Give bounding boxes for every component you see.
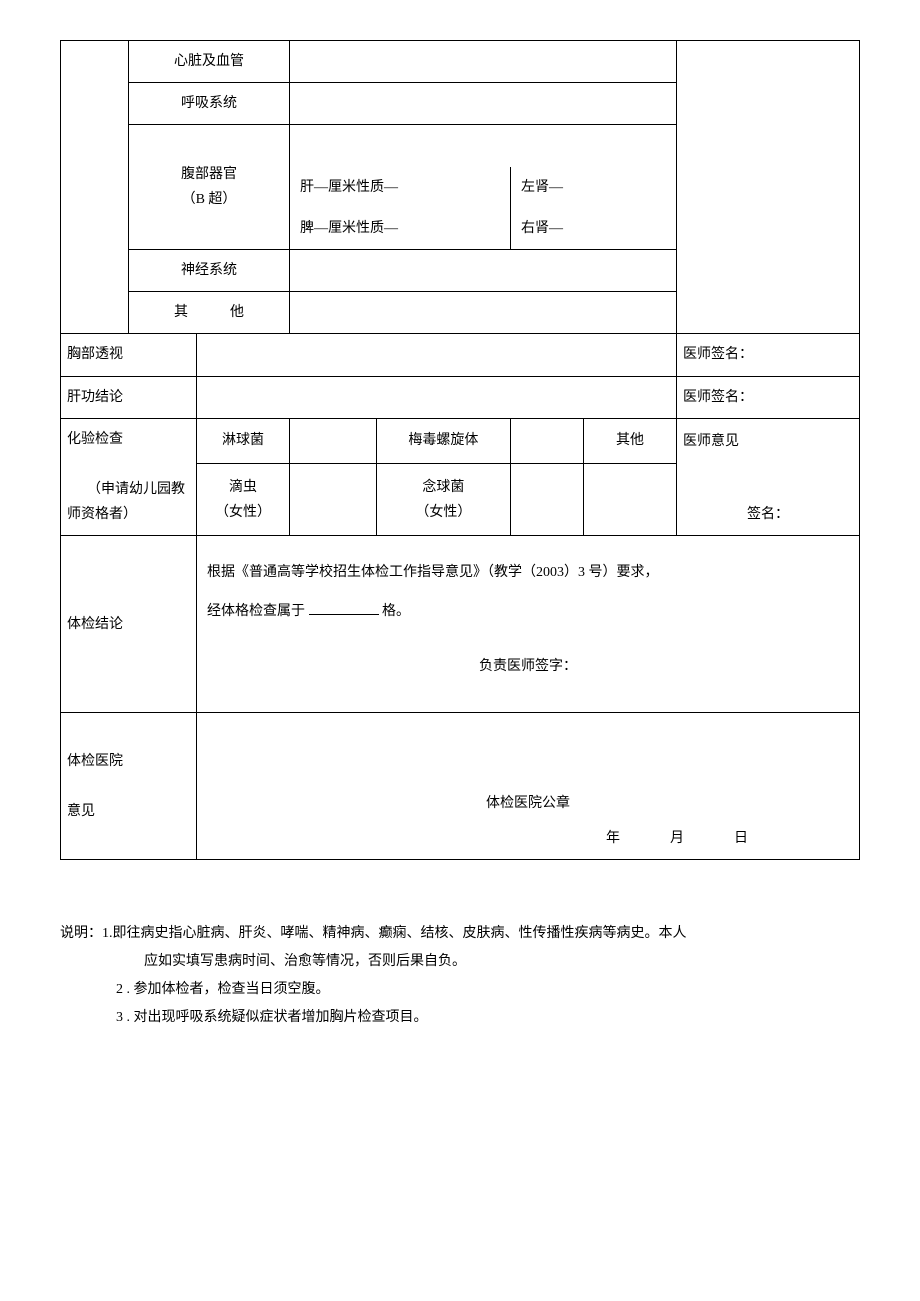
conclusion-line2b: 格。 (379, 604, 411, 619)
hospital-label1: 体检医院 (67, 754, 123, 769)
note2-text: 参加体检者，检查当日须空腹。 (134, 982, 330, 997)
liverfn-value (197, 376, 677, 418)
conclusion-line2: 经体格检查属于 格。 (207, 599, 849, 624)
row-nervous-label: 神经系统 (129, 249, 290, 291)
lab-sign: 签名： (677, 464, 860, 536)
trich-sub: （女性） (215, 505, 271, 520)
lab-candida-label: 念球菌 （女性） (376, 464, 510, 536)
row-nervous-value (290, 249, 677, 291)
lab-sub: （申请幼儿园教师资格者） (67, 482, 185, 522)
candida-text: 念球菌 (422, 480, 464, 495)
row-other-label: 其 他 (129, 292, 290, 334)
lab-trich-label: 滴虫 （女性） (197, 464, 290, 536)
right-kidney: 右肾— (511, 208, 677, 250)
note1-num: 1. (102, 920, 113, 948)
lab-label: 化验检查 (67, 432, 123, 447)
exam-category-blank (61, 41, 129, 334)
row-resp-value (290, 83, 677, 125)
notes-prefix: 说明： (60, 920, 102, 948)
note-1-line1: 说明： 1. 即往病史指心脏病、肝炎、哮喘、精神病、癫痫、结核、皮肤病、性传播性… (60, 920, 860, 948)
page: 心脏及血管 呼吸系统 腹部器官 （B 超） 肝—厘米性质— 左肾— 脾—厘米性质… (60, 40, 860, 1032)
hospital-label2: 意见 (67, 804, 95, 819)
conclusion-doc-sign: 负责医师签字： (207, 654, 849, 679)
lab-other-value (584, 464, 677, 536)
lab-candida-value (511, 464, 584, 536)
hospital-label-cell: 体检医院 意见 (61, 713, 197, 860)
note3-text: 对出现呼吸系统疑似症状者增加胸片检查项目。 (134, 1010, 428, 1025)
conclusion-line2a: 经体格检查属于 (207, 604, 309, 619)
note-2: 2 . 参加体检者，检查当日须空腹。 (116, 976, 860, 1004)
left-kidney: 左肾— (511, 167, 677, 208)
row-resp-label: 呼吸系统 (129, 83, 290, 125)
chest-value (197, 334, 677, 376)
hospital-seal: 体检医院公章 (203, 791, 853, 816)
lab-label-cell: 化验检查 （申请幼儿园教师资格者） (61, 418, 197, 536)
abdomen-text: 腹部器官 (181, 167, 237, 182)
lab-syph-label: 梅毒螺旋体 (376, 418, 510, 463)
candida-sub: （女性） (415, 505, 471, 520)
notes-section: 说明： 1. 即往病史指心脏病、肝炎、哮喘、精神病、癫痫、结核、皮肤病、性传播性… (60, 920, 860, 1032)
note1-text-a: 即往病史指心脏病、肝炎、哮喘、精神病、癫痫、结核、皮肤病、性传播性疾病等病史。本… (113, 920, 687, 948)
lab-gono-label: 淋球菌 (197, 418, 290, 463)
row-heart-value (290, 41, 677, 83)
note2-num: 2 . (116, 982, 130, 997)
conclusion-body: 根据《普通高等学校招生体检工作指导意见》（教学（2003）3 号）要求， 经体格… (197, 536, 860, 713)
chest-sign: 医师签名： (677, 334, 860, 376)
liver-line: 肝—厘米性质— (290, 167, 511, 208)
hospital-date: 年 月 日 (203, 826, 853, 851)
conclusion-line1: 根据《普通高等学校招生体检工作指导意见》（教学（2003）3 号）要求， (207, 560, 849, 585)
row-other-value (290, 292, 677, 334)
chest-label: 胸部透视 (61, 334, 197, 376)
liverfn-label: 肝功结论 (61, 376, 197, 418)
trich-text: 滴虫 (229, 480, 257, 495)
lab-doc-opinion: 医师意见 (677, 418, 860, 463)
upper-sign-cell (677, 41, 860, 334)
lab-syph-value (511, 418, 584, 463)
liverfn-sign: 医师签名： (677, 376, 860, 418)
exam-table: 心脏及血管 呼吸系统 腹部器官 （B 超） 肝—厘米性质— 左肾— 脾—厘米性质… (60, 40, 860, 860)
bscan-text: （B 超） (182, 192, 237, 207)
row-abdomen-label: 腹部器官 （B 超） (129, 125, 290, 250)
row-abdomen-blank-top (290, 125, 677, 167)
conclusion-blank (309, 600, 379, 615)
row-heart-label: 心脏及血管 (129, 41, 290, 83)
spleen-line: 脾—厘米性质— (290, 208, 511, 250)
lab-other-label: 其他 (584, 418, 677, 463)
lab-trich-value (290, 464, 377, 536)
conclusion-label: 体检结论 (61, 536, 197, 713)
note3-num: 3 . (116, 1010, 130, 1025)
note-3: 3 . 对出现呼吸系统疑似症状者增加胸片检查项目。 (116, 1004, 860, 1032)
note1-text-b: 应如实填写患病时间、治愈等情况，否则后果自负。 (144, 948, 860, 976)
lab-gono-value (290, 418, 377, 463)
hospital-body: 体检医院公章 年 月 日 (197, 713, 860, 860)
